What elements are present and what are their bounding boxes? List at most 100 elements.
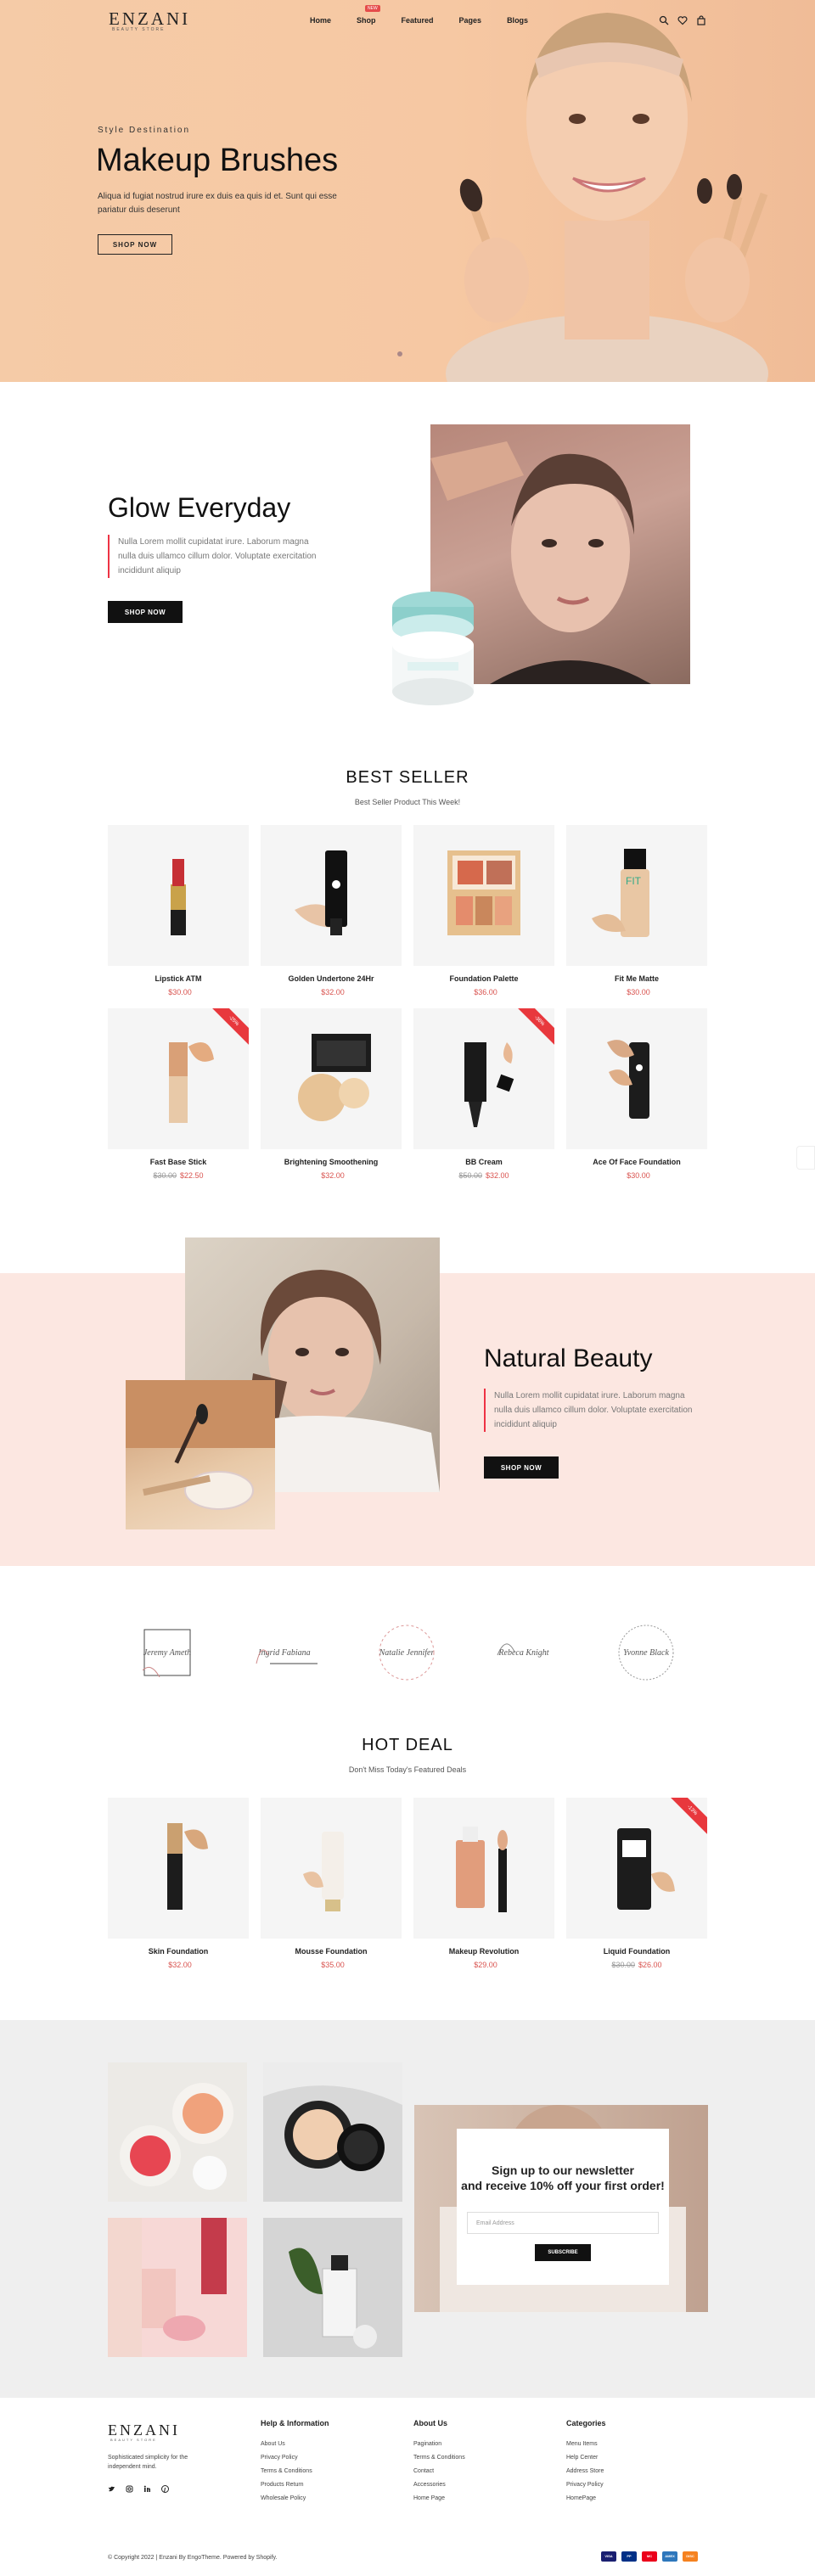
product-card[interactable]: -13% Liquid Foundation $30.00 $26.00 [566,1798,707,1969]
gallery-tile[interactable] [108,2218,247,2357]
cream-jar-image [392,592,474,705]
product-card[interactable]: Mousse Foundation $35.00 [261,1798,402,1969]
footer-column-categories: Categories Menu Items Help Center Addres… [566,2419,606,2509]
brand-logo[interactable]: Yvonne Black [615,1621,677,1684]
product-card[interactable]: Lipstick ATM $30.00 [108,825,249,996]
product-image[interactable] [261,1798,402,1939]
footer-link[interactable]: Privacy Policy [261,2455,329,2461]
footer-link[interactable]: Address Store [566,2468,606,2474]
product-name[interactable]: Lipstick ATM [108,974,249,983]
product-name[interactable]: Brightening Smoothening [261,1158,402,1166]
product-name[interactable]: Foundation Palette [413,974,554,983]
slider-dot[interactable] [397,351,402,356]
nav-shop[interactable]: Shop [357,16,376,25]
product-price: $29.00 [474,1961,497,1969]
product-image[interactable] [566,1008,707,1149]
footer-link[interactable]: Pagination [413,2441,465,2447]
footer-link[interactable]: Accessories [413,2482,465,2488]
gallery-tile[interactable] [263,2062,402,2202]
nav-featured[interactable]: Featured [402,16,434,25]
footer-link[interactable]: About Us [261,2441,329,2447]
bag-icon[interactable] [696,14,706,25]
brand-logo[interactable]: Ingrid Fabiana [253,1621,318,1684]
product-image[interactable] [108,825,249,966]
footer-link[interactable]: Help Center [566,2455,606,2461]
product-image[interactable]: -25% [108,1008,249,1149]
footer-link[interactable]: Menu Items [566,2441,606,2447]
footer-link[interactable]: HomePage [566,2495,606,2501]
product-image[interactable] [108,1798,249,1939]
footer-logo[interactable]: ENZANI [108,2422,180,2439]
natural-shop-now-button[interactable]: SHOP NOW [484,1456,559,1479]
brand-logo[interactable]: Natalie Jennifer [375,1621,438,1684]
footer-link[interactable]: Wholesale Policy [261,2495,329,2501]
footer-link[interactable]: Terms & Conditions [413,2455,465,2461]
heart-icon[interactable] [677,14,688,25]
paypal-icon: PP [621,2551,637,2562]
search-icon[interactable] [659,14,669,25]
instagram-icon[interactable] [126,2482,133,2493]
footer-link[interactable]: Privacy Policy [566,2482,606,2488]
product-price: $30.00 [168,988,192,996]
product-name[interactable]: Fit Me Matte [566,974,707,983]
footer-column-title: About Us [413,2419,447,2427]
linkedin-icon[interactable] [143,2482,151,2492]
glow-shop-now-button[interactable]: SHOP NOW [108,601,183,623]
product-name[interactable]: Makeup Revolution [413,1947,554,1956]
product-price: $50.00 $32.00 [458,1171,509,1180]
gallery-tile[interactable] [108,2062,247,2202]
pinterest-icon[interactable] [161,2482,169,2493]
product-card[interactable]: Ace Of Face Foundation $30.00 [566,1008,707,1180]
product-name[interactable]: Skin Foundation [108,1947,249,1956]
brand-logo[interactable]: Rebeca Knight [492,1621,555,1684]
product-image[interactable] [413,1798,554,1939]
product-card[interactable]: Foundation Palette $36.00 [413,825,554,996]
footer-link[interactable]: Contact [413,2468,465,2474]
nav-pages[interactable]: Pages [459,16,482,25]
nav-home[interactable]: Home [310,16,331,25]
side-toolbar-button[interactable] [796,1146,815,1170]
product-card[interactable]: FIT Fit Me Matte $30.00 [566,825,707,996]
twitter-icon[interactable] [108,2482,115,2492]
footer-link[interactable]: Terms & Conditions [261,2468,329,2474]
newsletter-box: Sign up to our newsletter and receive 10%… [457,2129,669,2285]
product-image[interactable]: FIT [566,825,707,966]
product-image[interactable] [261,1008,402,1149]
product-card[interactable]: Makeup Revolution $29.00 [413,1798,554,1969]
product-card[interactable]: Brightening Smoothening $32.00 [261,1008,402,1180]
hero-shop-now-button[interactable]: SHOP NOW [98,234,172,255]
product-name[interactable]: Golden Undertone 24Hr [261,974,402,983]
hero-banner: Style Destination Makeup Brushes Aliqua … [0,0,815,382]
product-name[interactable]: Fast Base Stick [108,1158,249,1166]
product-image[interactable] [413,825,554,966]
newsletter-title-line1: Sign up to our newsletter [491,2164,634,2177]
best-seller-title: BEST SELLER [346,768,469,787]
product-card[interactable]: Skin Foundation $32.00 [108,1798,249,1969]
brand-logo[interactable]: Jeremy Ameth [136,1621,199,1684]
product-price: $30.00 $22.50 [153,1171,204,1180]
amex-icon: AMEX [662,2551,677,2562]
product-card[interactable]: -36% BB Cream $50.00 $32.00 [413,1008,554,1180]
product-price: $30.00 [627,1171,650,1180]
footer-link[interactable]: Home Page [413,2495,465,2501]
svg-text:FIT: FIT [626,875,642,887]
product-card[interactable]: Golden Undertone 24Hr $32.00 [261,825,402,996]
product-image[interactable]: -13% [566,1798,707,1939]
footer-link[interactable]: Products Return [261,2482,329,2488]
hero-slider-dots[interactable] [397,351,402,356]
product-price: $35.00 [321,1961,345,1969]
product-name[interactable]: Ace Of Face Foundation [566,1158,707,1166]
product-image[interactable]: -36% [413,1008,554,1149]
nav-blogs[interactable]: Blogs [507,16,528,25]
product-name[interactable]: Mousse Foundation [261,1947,402,1956]
product-name[interactable]: Liquid Foundation [566,1947,707,1956]
product-card[interactable]: -25% Fast Base Stick $30.00 $22.50 [108,1008,249,1180]
natural-beauty-description: Nulla Lorem mollit cupidatat irure. Labo… [484,1389,705,1432]
product-price: $36.00 [474,988,497,996]
product-name[interactable]: BB Cream [413,1158,554,1166]
gallery-tile[interactable] [263,2218,402,2357]
subscribe-button[interactable]: SUBSCRIBE [535,2244,591,2261]
hero-model-image [446,13,768,382]
product-image[interactable] [261,825,402,966]
email-field[interactable]: Email Address [467,2212,659,2234]
